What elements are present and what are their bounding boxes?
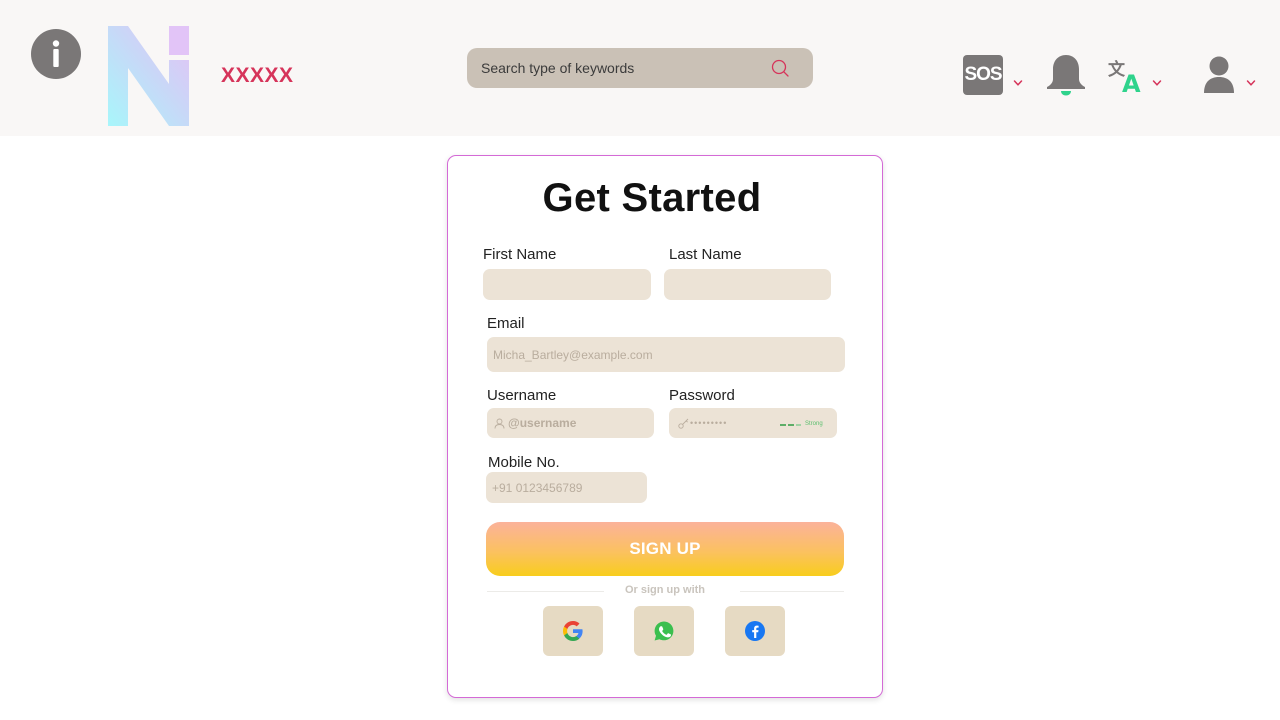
email-field[interactable] <box>487 337 845 372</box>
password-label: Password <box>669 387 735 404</box>
translate-icon[interactable]: 文 A <box>1108 57 1144 93</box>
mobile-field[interactable] <box>486 472 647 503</box>
chevron-down-icon[interactable] <box>1013 79 1023 87</box>
chevron-down-icon[interactable] <box>1246 79 1256 87</box>
first-name-label: First Name <box>483 246 557 263</box>
mobile-label: Mobile No. <box>488 454 560 471</box>
or-signup-with-text: Or sign up with <box>624 584 706 596</box>
info-icon[interactable] <box>31 29 81 79</box>
key-icon <box>678 418 689 429</box>
logo-mark[interactable] <box>108 26 189 126</box>
user-icon[interactable] <box>1203 56 1235 93</box>
password-strength-label: Strong <box>805 421 823 427</box>
whatsapp-icon <box>654 621 674 641</box>
google-signup-button[interactable] <box>543 606 603 656</box>
svg-text:A: A <box>1122 70 1141 93</box>
last-name-label: Last Name <box>669 246 742 263</box>
brand-name[interactable]: XXXXX <box>221 64 294 88</box>
search-icon[interactable] <box>770 58 790 78</box>
divider-left <box>487 591 604 592</box>
divider-right <box>740 591 844 592</box>
username-field[interactable] <box>487 408 654 438</box>
whatsapp-signup-button[interactable] <box>634 606 694 656</box>
facebook-signup-button[interactable] <box>725 606 785 656</box>
username-label: Username <box>487 387 557 404</box>
email-label: Email <box>487 315 525 332</box>
search-input[interactable] <box>481 48 771 88</box>
bell-icon[interactable] <box>1046 54 1086 96</box>
last-name-field[interactable] <box>664 269 831 300</box>
search-bar <box>467 48 813 88</box>
sos-icon[interactable]: SOS <box>963 55 1003 95</box>
user-outline-icon <box>494 418 505 429</box>
page-title: Get Started <box>542 176 762 220</box>
chevron-down-icon[interactable] <box>1152 79 1162 87</box>
facebook-icon <box>745 621 765 641</box>
signup-button[interactable]: SIGN UP <box>486 522 844 576</box>
google-icon <box>563 621 583 641</box>
first-name-field[interactable] <box>483 269 651 300</box>
